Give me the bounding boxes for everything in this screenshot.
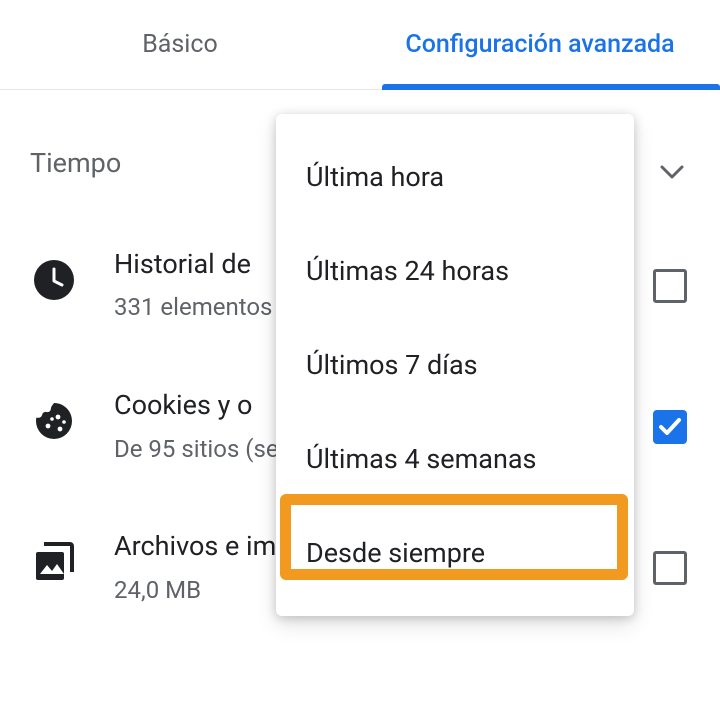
dropdown-option-all-time[interactable]: Desde siempre [276,506,634,600]
dropdown-option-24h[interactable]: Últimas 24 horas [276,224,634,318]
checkbox-history[interactable] [650,266,690,306]
dropdown-option-label: Desde siempre [306,537,485,569]
time-dropdown: Última hora Últimas 24 horas Últimos 7 d… [276,114,634,616]
time-label: Tiempo [30,147,121,179]
clock-icon [30,260,78,300]
tab-basic[interactable]: Básico [0,0,360,89]
tab-basic-label: Básico [142,30,218,59]
tab-bar: Básico Configuración avanzada [0,0,720,90]
image-stack-icon [30,542,78,582]
checkbox-checked-icon [653,410,687,444]
dropdown-option-last-hour[interactable]: Última hora [276,130,634,224]
checkbox-cookies[interactable] [650,407,690,447]
checkbox-empty-icon [653,269,687,303]
dropdown-caret-icon[interactable] [660,154,684,186]
tab-advanced-label: Configuración avanzada [405,30,674,59]
dropdown-option-label: Últimas 24 horas [306,255,509,287]
dropdown-option-7d[interactable]: Últimos 7 días [276,318,634,412]
dropdown-option-label: Últimas 4 semanas [306,443,537,475]
checkbox-cache[interactable] [650,548,690,588]
dropdown-option-4w[interactable]: Últimas 4 semanas [276,412,634,506]
cookie-icon [30,401,78,441]
tab-advanced[interactable]: Configuración avanzada [360,0,720,89]
dropdown-option-label: Última hora [306,161,444,193]
dropdown-option-label: Últimos 7 días [306,349,478,381]
checkbox-empty-icon [653,551,687,585]
